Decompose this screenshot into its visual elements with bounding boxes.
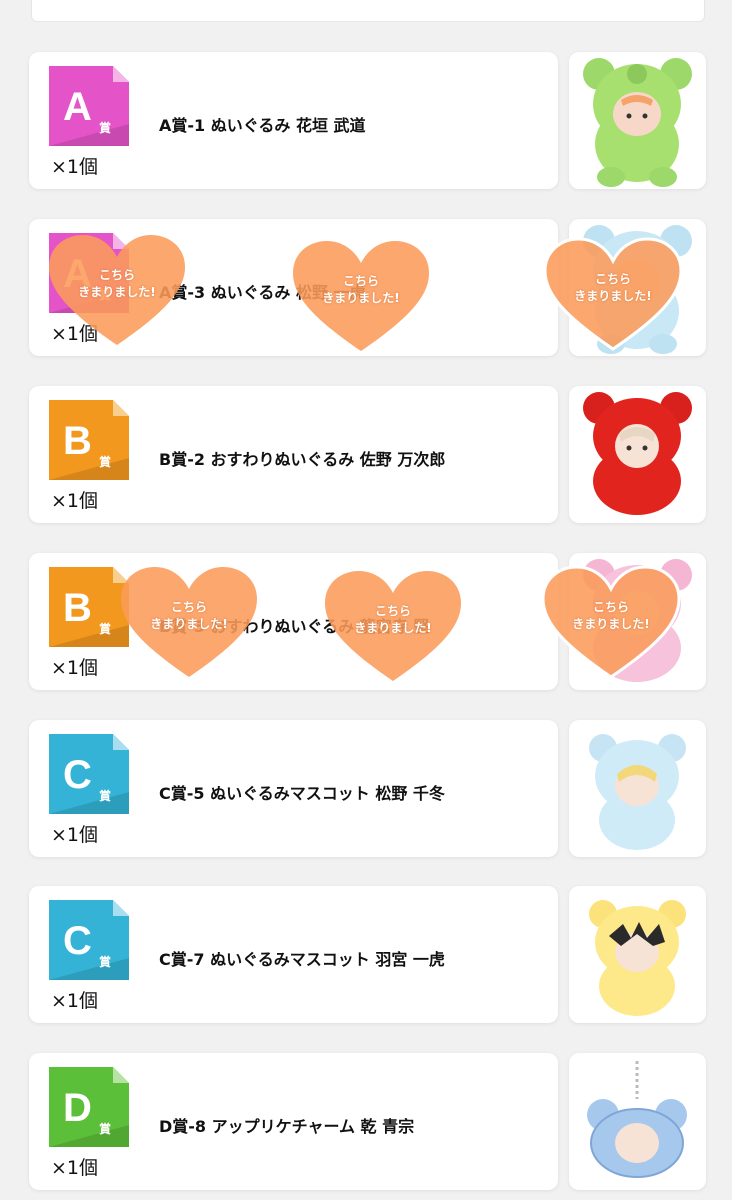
decided-text: こちら きまりました! [150, 600, 228, 631]
decided-text: こちら きまりました! [78, 268, 156, 299]
prize-grade-b-badge: B 賞 [49, 567, 129, 647]
quantity-label: ×1個 [51, 156, 99, 178]
prize-image[interactable] [569, 720, 706, 857]
decided-text: こちら きまりました! [354, 604, 432, 635]
prize-card[interactable]: B 賞 ×1個 B賞-3 おすわりぬいぐるみ 龍宮寺 堅 [29, 553, 558, 690]
prize-grade-c-badge: C 賞 [49, 734, 129, 814]
decided-text: こちら きまりました! [574, 272, 652, 303]
svg-text:賞: 賞 [99, 621, 111, 636]
prize-row[interactable]: D 賞 ×1個 D賞-8 アップリケチャーム 乾 青宗 [29, 1053, 706, 1191]
quantity-label: ×1個 [51, 490, 99, 512]
svg-text:賞: 賞 [99, 1121, 111, 1136]
decided-heart-badge: こちら きまりました! [119, 565, 259, 683]
prize-row[interactable]: A 賞 ×1個 A賞-1 ぬいぐるみ 花垣 武道 [29, 52, 706, 190]
quantity-label: ×1個 [51, 1157, 99, 1179]
prize-image[interactable] [569, 386, 706, 523]
previous-card-bottom [31, 0, 705, 22]
quantity-label: ×1個 [51, 990, 99, 1012]
svg-text:賞: 賞 [99, 954, 111, 969]
decided-text: こちら きまりました! [572, 600, 650, 631]
svg-text:C: C [63, 753, 92, 797]
prize-title: D賞-8 アップリケチャーム 乾 青宗 [159, 1117, 415, 1136]
prize-grade-a-badge: A 賞 [49, 66, 129, 146]
prize-card[interactable]: C 賞 ×1個 C賞-7 ぬいぐるみマスコット 羽宮 一虎 [29, 886, 558, 1023]
svg-text:A: A [63, 85, 92, 129]
prize-grade-d-badge: D 賞 [49, 1067, 129, 1147]
svg-text:D: D [63, 1086, 92, 1130]
prize-row[interactable]: C 賞 ×1個 C賞-7 ぬいぐるみマスコット 羽宮 一虎 [29, 886, 706, 1024]
prize-card[interactable]: C 賞 ×1個 C賞-5 ぬいぐるみマスコット 松野 千冬 [29, 720, 558, 857]
prize-row[interactable]: B 賞 ×1個 B賞-3 おすわりぬいぐるみ 龍宮寺 堅 こちら きまりました! … [29, 553, 706, 691]
prize-title: C賞-7 ぬいぐるみマスコット 羽宮 一虎 [159, 950, 445, 969]
svg-text:賞: 賞 [99, 454, 111, 469]
decided-heart-badge: こちら きまりました! [291, 239, 431, 357]
quantity-label: ×1個 [51, 657, 99, 679]
prize-title: A賞-1 ぬいぐるみ 花垣 武道 [159, 116, 366, 135]
prize-title: C賞-5 ぬいぐるみマスコット 松野 千冬 [159, 784, 445, 803]
quantity-label: ×1個 [51, 824, 99, 846]
prize-row[interactable]: B 賞 ×1個 B賞-2 おすわりぬいぐるみ 佐野 万次郎 [29, 386, 706, 524]
decided-text: こちら きまりました! [322, 274, 400, 305]
prize-image[interactable] [569, 886, 706, 1023]
decided-heart-badge: こちら きまりました! [543, 237, 683, 355]
decided-heart-badge: こちら きまりました! [47, 233, 187, 351]
prize-row[interactable]: C 賞 ×1個 C賞-5 ぬいぐるみマスコット 松野 千冬 [29, 720, 706, 858]
prize-grade-b-badge: B 賞 [49, 400, 129, 480]
prize-card[interactable]: A 賞 ×1個 A賞-1 ぬいぐるみ 花垣 武道 [29, 52, 558, 189]
svg-text:B: B [63, 586, 92, 630]
svg-text:B: B [63, 419, 92, 463]
prize-row[interactable]: A 賞 ×1個 A賞-3 ぬいぐるみ 松野 一虎 こちらきまりました! こちらき… [29, 219, 706, 357]
svg-text:賞: 賞 [99, 120, 111, 135]
prize-image[interactable] [569, 52, 706, 189]
svg-text:賞: 賞 [99, 788, 111, 803]
decided-heart-badge: こちら きまりました! [323, 569, 463, 687]
prize-card[interactable]: B 賞 ×1個 B賞-2 おすわりぬいぐるみ 佐野 万次郎 [29, 386, 558, 523]
prize-grade-c-badge: C 賞 [49, 900, 129, 980]
prize-image[interactable] [569, 1053, 706, 1190]
prize-card[interactable]: D 賞 ×1個 D賞-8 アップリケチャーム 乾 青宗 [29, 1053, 558, 1190]
decided-heart-badge: こちら きまりました! [541, 565, 681, 683]
svg-text:C: C [63, 919, 92, 963]
prize-title: B賞-2 おすわりぬいぐるみ 佐野 万次郎 [159, 450, 446, 469]
